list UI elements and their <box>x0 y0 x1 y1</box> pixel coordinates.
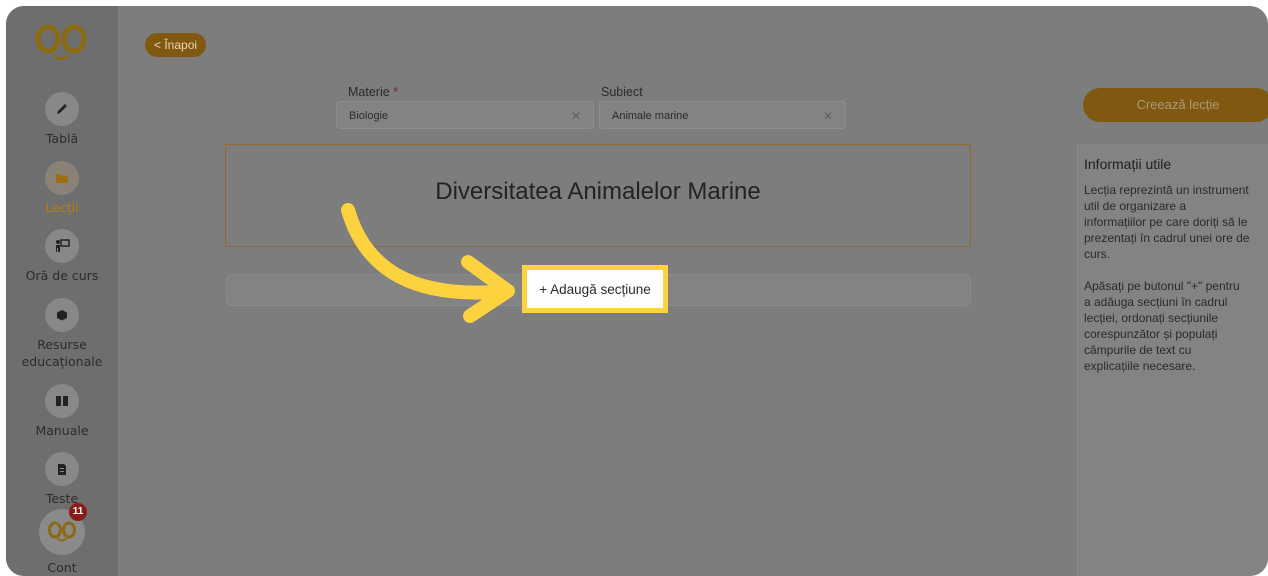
topic-select[interactable]: Animale marine ✕ <box>599 101 846 129</box>
sidebar-item-manuale[interactable]: Manuale <box>6 384 118 439</box>
info-paragraph-2: Apăsați pe butonul "+" pentru a adăuga s… <box>1084 279 1240 373</box>
arrow-icon <box>341 203 515 323</box>
folder-icon <box>45 161 79 195</box>
sidebar-item-label: Oră de curs <box>25 268 99 283</box>
logo-icon[interactable] <box>34 24 90 68</box>
topic-value: Animale marine <box>612 110 689 122</box>
avatar: 11 <box>39 503 87 555</box>
sidebar: Tablă Lecții Oră de curs Resurse educați… <box>6 6 118 576</box>
topic-label: Subiect <box>601 85 643 99</box>
clear-icon[interactable]: ✕ <box>571 102 581 130</box>
sidebar-item-tabla[interactable]: Tablă <box>6 92 118 147</box>
clear-icon[interactable]: ✕ <box>823 102 833 130</box>
add-section-button[interactable]: + Adaugă secțiune <box>522 265 668 313</box>
create-lesson-button[interactable]: Creează lecție <box>1083 88 1268 122</box>
sidebar-item-ora-de-curs[interactable]: Oră de curs <box>6 229 118 284</box>
sidebar-item-lectii[interactable]: Lecții <box>6 161 118 216</box>
book-icon <box>45 384 79 418</box>
back-button[interactable]: < Înapoi <box>145 33 207 57</box>
pencil-icon <box>45 92 79 126</box>
sidebar-item-label: Manuale <box>35 423 89 438</box>
sidebar-item-label: Cont <box>47 560 77 575</box>
sidebar-item-label: Resurse educaționale <box>21 337 103 369</box>
required-marker: * <box>393 85 399 99</box>
sidebar-item-teste[interactable]: Teste <box>6 452 118 507</box>
box-icon <box>45 298 79 332</box>
subject-value: Biologie <box>349 110 389 122</box>
sidebar-item-cont[interactable]: 11 Cont <box>6 503 118 576</box>
sidebar-item-resurse[interactable]: Resurse educaționale <box>6 298 118 370</box>
sidebar-item-label: Teste <box>45 491 79 506</box>
document-icon <box>45 452 79 486</box>
info-panel: Informații utile Lecția reprezintă un in… <box>1077 144 1268 576</box>
info-paragraph-1: Lecția reprezintă un instrument util de … <box>1084 183 1250 261</box>
sidebar-item-label: Tablă <box>45 131 79 146</box>
notification-badge: 11 <box>69 503 87 521</box>
teacher-board-icon <box>45 229 79 263</box>
subject-select[interactable]: Biologie ✕ <box>336 101 594 129</box>
info-title: Informații utile <box>1084 156 1172 172</box>
subject-label: Materie * <box>348 85 399 99</box>
app-window: Tablă Lecții Oră de curs Resurse educați… <box>6 6 1268 576</box>
sidebar-item-label: Lecții <box>45 200 79 215</box>
